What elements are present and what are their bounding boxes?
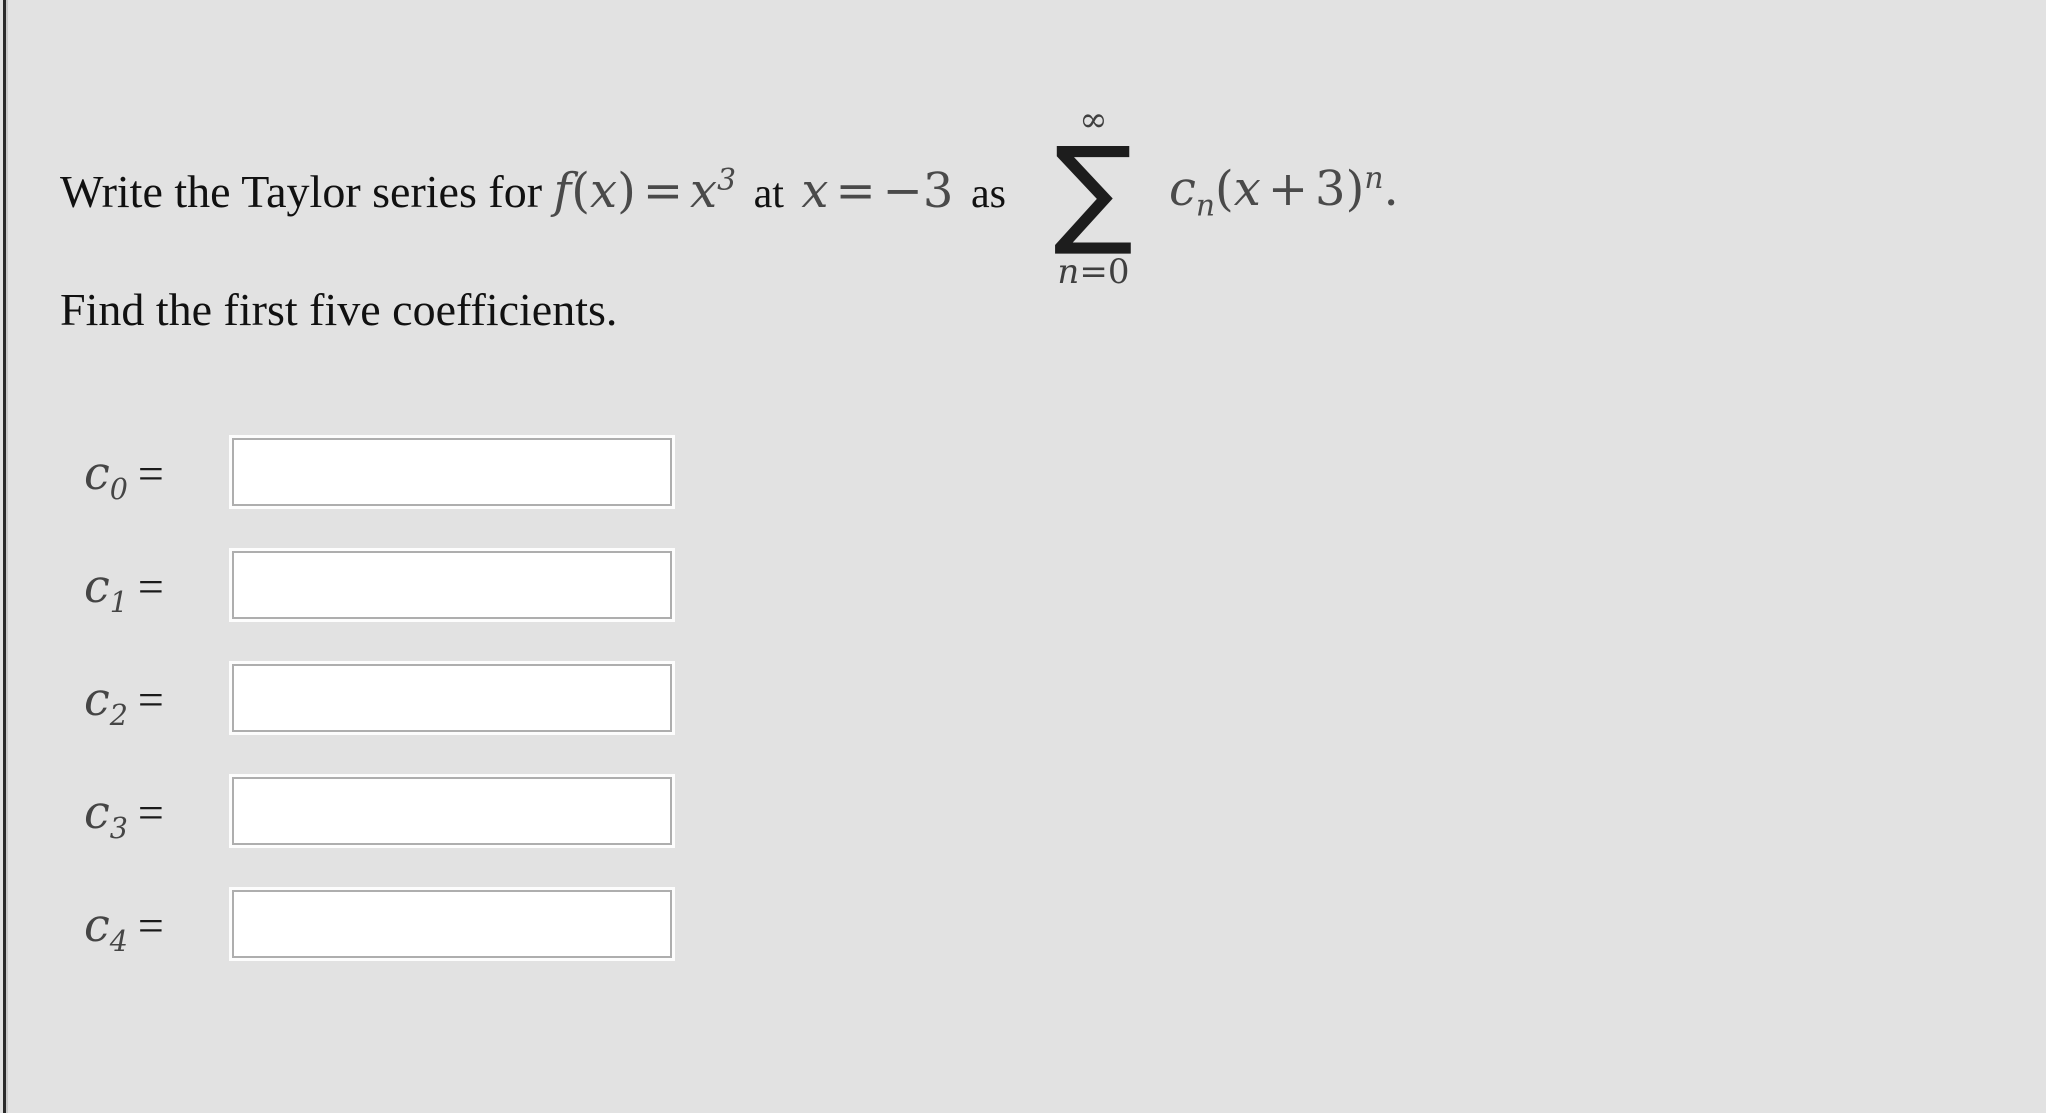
coefficient-equals: = [137, 900, 164, 951]
term-plus-sign: + [1267, 160, 1309, 217]
coefficient-label-c0: c0 = [84, 446, 234, 506]
expression-exponent-3: 3 [717, 162, 737, 198]
coefficient-symbol: c [84, 672, 110, 726]
summation-lower-equals: = [1079, 252, 1108, 293]
paren-close: ) [617, 162, 636, 219]
term-paren-open: ( [1215, 160, 1234, 217]
term-variable-x: x [1233, 160, 1261, 217]
problem-line-2: Find the first five coefficients. [60, 284, 618, 335]
paren-open: ( [571, 162, 591, 219]
coefficient-label-c2: c2 = [84, 672, 234, 732]
coefficient-equals: = [137, 787, 164, 838]
coefficient-equals: = [137, 561, 164, 612]
function-expression: f(x) = x3 [554, 163, 737, 219]
term-exponent-n: n [1364, 160, 1384, 196]
coefficient-index: 0 [109, 473, 128, 507]
function-name-f: f [553, 162, 572, 219]
coefficient-index: 2 [109, 699, 128, 733]
word-at: at [753, 170, 784, 217]
sigma-icon: ∑ [1053, 121, 1134, 260]
worksheet-page: Write the Taylor series for f(x) = x3 at x… [0, 0, 2046, 1113]
coefficient-equals: = [137, 674, 164, 725]
coefficient-symbol: c [84, 446, 110, 500]
coefficient-symbol: c [84, 898, 110, 952]
answer-input-c4[interactable] [229, 887, 675, 961]
point-value: −3 [882, 162, 954, 219]
coefficient-index: 3 [109, 812, 128, 846]
answer-input-c3[interactable] [229, 774, 675, 848]
prompt-lead-text: Write the Taylor series for [60, 165, 543, 217]
term-constant-3: 3 [1315, 160, 1346, 217]
coefficient-label-c1: c1 = [84, 559, 234, 619]
answer-input-c1[interactable] [229, 548, 675, 622]
term-coefficient-c: c [1168, 160, 1196, 217]
left-edge-rule-highlight [6, 0, 8, 1113]
term-paren-close: ) [1345, 160, 1365, 217]
word-as: as [970, 170, 1006, 217]
sentence-period: . [1383, 160, 1399, 217]
answer-input-c2[interactable] [229, 661, 675, 735]
equals-sign: = [642, 162, 684, 219]
problem-statement: Write the Taylor series for f(x) = x3 at x… [60, 96, 2020, 297]
summation-lower-value: 0 [1107, 252, 1130, 293]
problem-line-1: Write the Taylor series for f(x) = x3 at x… [60, 96, 2020, 297]
variable-x: x [590, 162, 618, 219]
point-equals-sign: = [835, 162, 876, 219]
summation-lower-limit: n=0 [1057, 246, 1129, 292]
summation-operator: ∞ ∑ n=0 [1033, 92, 1153, 293]
expansion-point: x = −3 [801, 163, 953, 219]
summation-index-n: n [1057, 252, 1080, 293]
coefficient-symbol: c [84, 559, 110, 613]
expression-base-x: x [690, 162, 718, 219]
coefficient-symbol: c [84, 785, 110, 839]
answer-input-c0[interactable] [229, 435, 675, 509]
point-variable-x: x [801, 162, 829, 219]
coefficient-label-c4: c4 = [84, 898, 234, 958]
coefficient-equals: = [137, 448, 164, 499]
series-term: cn(x +3)n. [1169, 163, 1399, 222]
coefficient-index: 4 [109, 925, 128, 959]
coefficient-label-c3: c3 = [84, 785, 234, 845]
term-coefficient-index-n: n [1195, 188, 1215, 224]
coefficient-index: 1 [109, 586, 128, 620]
